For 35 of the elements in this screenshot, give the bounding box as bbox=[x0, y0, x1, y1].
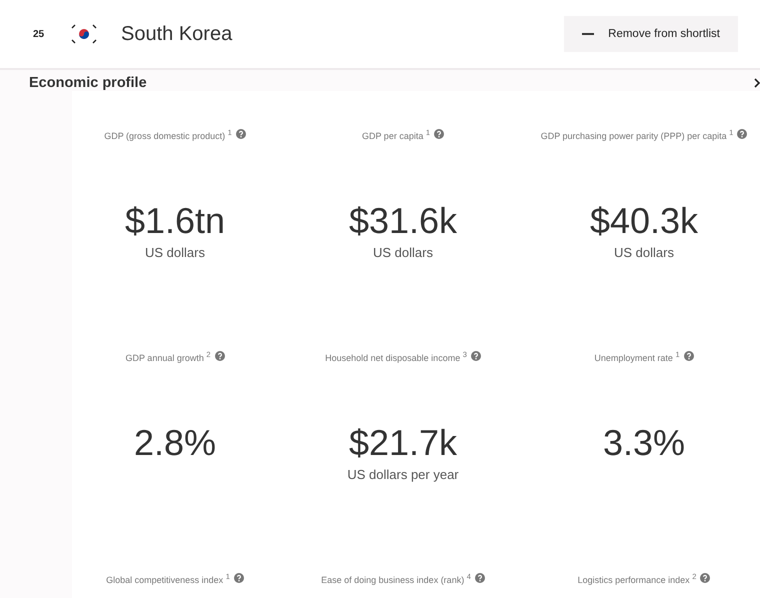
help-icon[interactable] bbox=[474, 573, 485, 583]
metric-value: 3.3% bbox=[602, 423, 686, 463]
metric-label: GDP purchasing power parity (PPP) per capita $^{1}$ bbox=[540, 127, 734, 143]
chevron-icon[interactable] bbox=[754, 78, 760, 88]
metric-label: Ease of doing business index (rank) $^{4}$ bbox=[321, 571, 471, 587]
metric-label: Household net disposable income $^{3}$ bbox=[325, 349, 467, 365]
metric-label: GDP (gross domestic product) $^{1}$ bbox=[104, 127, 232, 143]
remove-button[interactable]: Remove from shortlist bbox=[564, 16, 738, 52]
metric-unit: US dollars bbox=[145, 244, 205, 260]
metric-label: Unemployment rate $^{1}$ bbox=[594, 349, 680, 365]
metric-unit: US dollars per year bbox=[347, 466, 459, 482]
flag-icon bbox=[69, 23, 99, 45]
metric-label: GDP annual growth $^{2}$ bbox=[125, 349, 211, 365]
metric-label: Global competitiveness index $^{1}$ bbox=[106, 571, 230, 587]
rank-number: 25 bbox=[33, 28, 46, 40]
metric-value: $40.3k bbox=[590, 201, 698, 241]
help-icon[interactable] bbox=[214, 351, 225, 361]
metric-value: $1.6tn bbox=[124, 201, 226, 241]
metric-label: GDP per capita $^{1}$ bbox=[362, 127, 430, 143]
help-icon[interactable] bbox=[700, 573, 710, 583]
metric-value: $21.7k bbox=[348, 423, 458, 463]
section-title: Economic profile bbox=[29, 75, 147, 91]
metric-value: 2.8% bbox=[134, 423, 216, 463]
help-icon[interactable] bbox=[434, 129, 444, 139]
help-icon[interactable] bbox=[234, 573, 244, 583]
minus-icon bbox=[582, 33, 594, 35]
help-icon[interactable] bbox=[684, 351, 694, 361]
metric-unit: US dollars bbox=[373, 244, 433, 260]
metric-value: $31.6k bbox=[348, 201, 458, 241]
country-name: South Korea bbox=[121, 22, 234, 46]
help-icon[interactable] bbox=[236, 129, 246, 139]
help-icon[interactable] bbox=[470, 351, 481, 361]
help-icon[interactable] bbox=[737, 129, 748, 139]
metric-label: Logistics performance index $^{2}$ bbox=[578, 571, 696, 587]
metric-unit: US dollars bbox=[614, 244, 674, 260]
